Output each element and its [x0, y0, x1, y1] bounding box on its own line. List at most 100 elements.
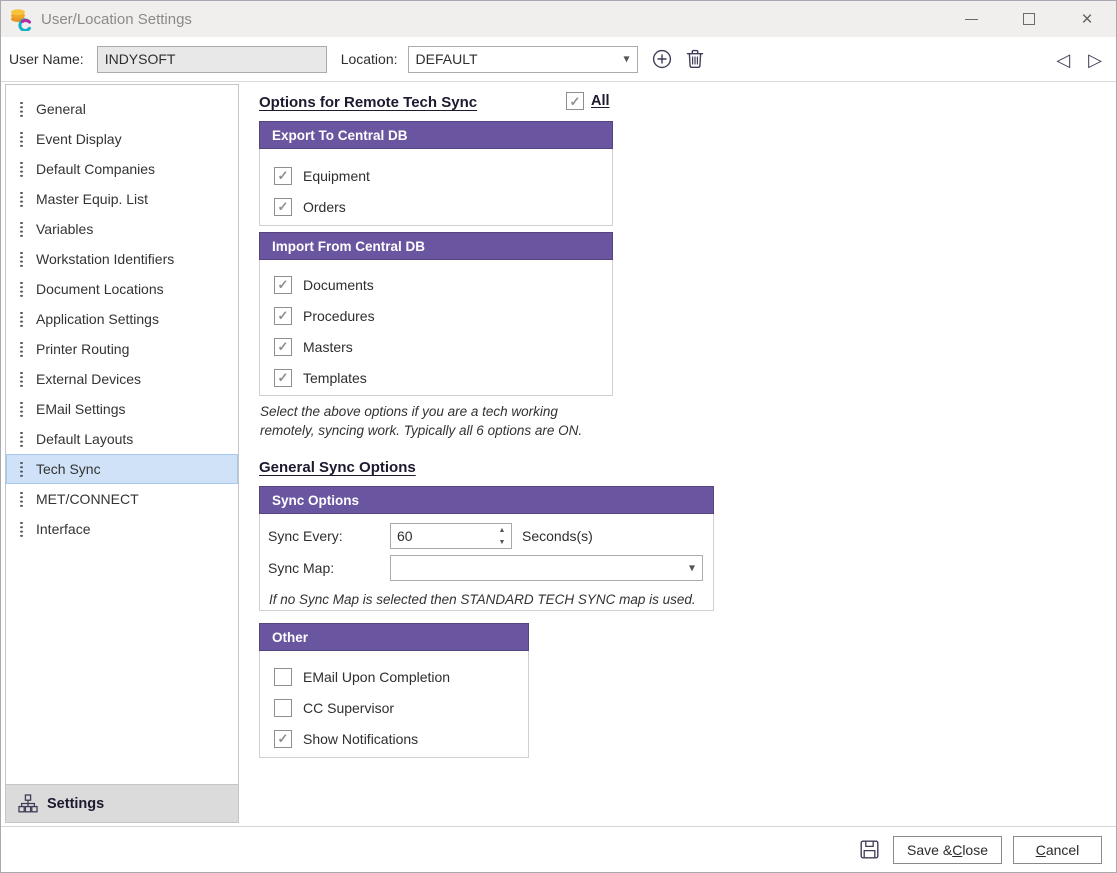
location-value: DEFAULT — [416, 51, 478, 67]
masters-label: Masters — [303, 339, 353, 355]
cc-supervisor-checkbox[interactable]: ✓ — [274, 699, 292, 717]
sidebar-item-label: Master Equip. List — [36, 191, 148, 207]
save-button[interactable] — [860, 840, 879, 859]
save-and-close-button[interactable]: Save & Close — [893, 836, 1002, 864]
masters-checkbox[interactable]: ✓ — [274, 338, 292, 356]
sidebar-item-workstation-identifiers[interactable]: Workstation Identifiers — [6, 244, 238, 274]
spinner-down-button[interactable]: ▼ — [493, 536, 511, 548]
chevron-down-icon: ▾ — [689, 561, 695, 575]
minimize-icon — [965, 19, 978, 20]
export-panel-header: Export To Central DB — [259, 121, 613, 149]
sidebar-settings-footer[interactable]: Settings — [6, 784, 238, 822]
checkbox-row-procedures[interactable]: ✓ Procedures — [260, 300, 612, 331]
sidebar-item-label: MET/CONNECT — [36, 491, 139, 507]
window-controls: × — [942, 1, 1116, 37]
checkbox-row-email-upon-completion[interactable]: ✓ EMail Upon Completion — [260, 661, 528, 692]
all-checkbox[interactable]: ✓ — [566, 92, 584, 110]
add-location-button[interactable] — [652, 49, 672, 69]
sidebar-item-default-layouts[interactable]: Default Layouts — [6, 424, 238, 454]
sitemap-icon — [18, 794, 38, 813]
sidebar-item-application-settings[interactable]: Application Settings — [6, 304, 238, 334]
checkbox-row-cc-supervisor[interactable]: ✓ CC Supervisor — [260, 692, 528, 723]
sync-every-label: Sync Every: — [268, 528, 390, 544]
user-name-label: User Name: — [9, 51, 84, 67]
orders-checkbox[interactable]: ✓ — [274, 198, 292, 216]
app-logo-icon — [9, 7, 33, 31]
sidebar-item-label: Default Companies — [36, 161, 155, 177]
window-title: User/Location Settings — [41, 11, 192, 28]
titlebar: User/Location Settings × — [1, 1, 1116, 37]
sidebar-item-printer-routing[interactable]: Printer Routing — [6, 334, 238, 364]
sync-map-row: Sync Map: ▾ — [268, 555, 705, 581]
sync-every-unit-label: Seconds(s) — [522, 528, 593, 544]
other-panel-body: ✓ EMail Upon Completion ✓ CC Supervisor … — [259, 651, 529, 758]
import-panel: Import From Central DB ✓ Documents ✓ Pro… — [259, 232, 613, 396]
save-close-label: Save & — [907, 842, 952, 858]
checkbox-row-masters[interactable]: ✓ Masters — [260, 331, 612, 362]
sync-map-label: Sync Map: — [268, 560, 390, 576]
sidebar-nav-list: General Event Display Default Companies … — [6, 85, 238, 784]
import-panel-body: ✓ Documents ✓ Procedures ✓ Masters ✓ Tem… — [259, 260, 613, 396]
checkmark-icon: ✓ — [278, 169, 289, 182]
delete-location-button[interactable] — [686, 49, 704, 69]
sync-map-note: If no Sync Map is selected then STANDARD… — [268, 587, 705, 607]
cancel-button[interactable]: Cancel — [1013, 836, 1102, 864]
checkmark-icon: ✓ — [278, 200, 289, 213]
location-dropdown[interactable]: DEFAULT ▾ — [408, 46, 638, 73]
checkbox-row-equipment[interactable]: ✓ Equipment — [260, 160, 612, 191]
templates-checkbox[interactable]: ✓ — [274, 369, 292, 387]
all-checkbox-row[interactable]: ✓ All — [566, 92, 610, 110]
export-panel: Export To Central DB ✓ Equipment ✓ Order… — [259, 121, 613, 226]
import-panel-header: Import From Central DB — [259, 232, 613, 260]
user-name-input[interactable] — [97, 46, 327, 73]
email-upon-completion-checkbox[interactable]: ✓ — [274, 668, 292, 686]
orders-label: Orders — [303, 199, 346, 215]
export-panel-body: ✓ Equipment ✓ Orders — [259, 149, 613, 226]
record-navigation: ◁ ▷ — [1056, 37, 1102, 82]
sidebar-item-email-settings[interactable]: EMail Settings — [6, 394, 238, 424]
spinner-up-button[interactable]: ▲ — [493, 524, 511, 536]
sidebar-item-label: Event Display — [36, 131, 122, 147]
minimize-button[interactable] — [942, 1, 1000, 37]
checkbox-row-orders[interactable]: ✓ Orders — [260, 191, 612, 222]
other-panel: Other ✓ EMail Upon Completion ✓ CC Super… — [259, 623, 529, 758]
procedures-checkbox[interactable]: ✓ — [274, 307, 292, 325]
checkbox-row-show-notifications[interactable]: ✓ Show Notifications — [260, 723, 528, 754]
sync-every-spinner[interactable]: ▲ ▼ — [390, 523, 512, 549]
save-close-accesskey: C — [952, 842, 962, 858]
sync-every-input[interactable] — [391, 524, 493, 548]
sidebar-item-label: Workstation Identifiers — [36, 251, 174, 267]
grip-icon — [20, 372, 23, 387]
sidebar-item-master-equip-list[interactable]: Master Equip. List — [6, 184, 238, 214]
sidebar-item-tech-sync[interactable]: Tech Sync — [6, 454, 238, 484]
sidebar-item-event-display[interactable]: Event Display — [6, 124, 238, 154]
maximize-button[interactable] — [1000, 1, 1058, 37]
cancel-accesskey: C — [1036, 842, 1046, 858]
sidebar-item-variables[interactable]: Variables — [6, 214, 238, 244]
documents-checkbox[interactable]: ✓ — [274, 276, 292, 294]
save-close-label-rest: lose — [962, 842, 988, 858]
checkmark-icon: ✓ — [278, 309, 289, 322]
sidebar-item-default-companies[interactable]: Default Companies — [6, 154, 238, 184]
checkbox-row-templates[interactable]: ✓ Templates — [260, 362, 612, 393]
equipment-checkbox[interactable]: ✓ — [274, 167, 292, 185]
show-notifications-label: Show Notifications — [303, 731, 418, 747]
sidebar-item-general[interactable]: General — [6, 94, 238, 124]
other-panel-header: Other — [259, 623, 529, 651]
sidebar-item-external-devices[interactable]: External Devices — [6, 364, 238, 394]
checkmark-icon: ✓ — [278, 371, 289, 384]
sync-options-panel-header: Sync Options — [259, 486, 714, 514]
checkbox-row-documents[interactable]: ✓ Documents — [260, 269, 612, 300]
show-notifications-checkbox[interactable]: ✓ — [274, 730, 292, 748]
sidebar-item-document-locations[interactable]: Document Locations — [6, 274, 238, 304]
sidebar-item-met-connect[interactable]: MET/CONNECT — [6, 484, 238, 514]
grip-icon — [20, 162, 23, 177]
previous-record-button[interactable]: ◁ — [1056, 51, 1070, 69]
sidebar-item-interface[interactable]: Interface — [6, 514, 238, 544]
next-record-button[interactable]: ▷ — [1088, 51, 1102, 69]
remote-tech-sync-heading: Options for Remote Tech Sync — [259, 94, 477, 111]
maximize-icon — [1023, 13, 1035, 25]
close-button[interactable]: × — [1058, 1, 1116, 37]
sync-map-dropdown[interactable]: ▾ — [390, 555, 703, 581]
grip-icon — [20, 522, 23, 537]
